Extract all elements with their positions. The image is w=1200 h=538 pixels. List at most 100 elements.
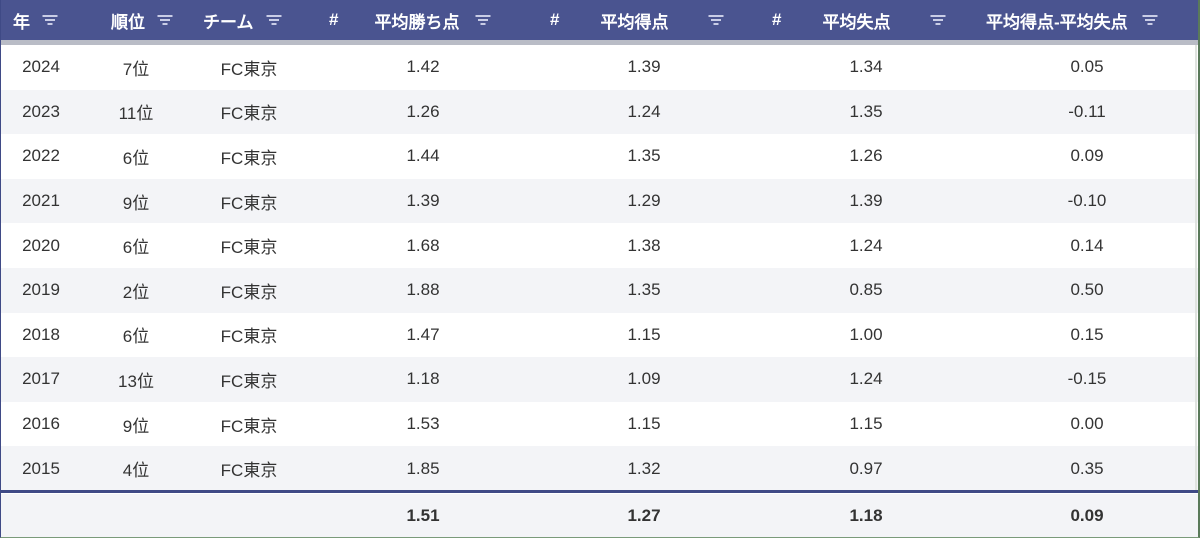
cell-year: 2018 — [22, 324, 60, 344]
header-team[interactable]: チーム — [203, 0, 282, 40]
table-row[interactable]: 2024 7位 FC東京 1.42 1.39 1.34 0.05 — [1, 45, 1198, 90]
cell-pts: 1.39 — [406, 191, 440, 211]
table-footer-totals: 1.51 1.27 1.18 0.09 — [1, 494, 1198, 537]
cell-diff: 0.35 — [1070, 458, 1104, 478]
cell-gf: 1.15 — [627, 324, 661, 344]
cell-year: 2023 — [22, 101, 60, 121]
table-row[interactable]: 2015 4位 FC東京 1.85 1.32 0.97 0.35 — [1, 446, 1198, 491]
table-row[interactable]: 2021 9位 FC東京 1.39 1.29 1.39 -0.10 — [1, 178, 1198, 224]
filter-icon[interactable] — [157, 14, 173, 26]
cell-year: 2022 — [22, 146, 60, 166]
cell-diff: -0.15 — [1067, 369, 1107, 389]
header-avg-goals-against[interactable]: # 平均失点 — [772, 0, 946, 40]
header-avg-goal-diff-label: 平均得点-平均失点 — [986, 12, 1128, 32]
cell-ga: 0.97 — [849, 458, 883, 478]
cell-year: 2017 — [22, 369, 60, 389]
header-team-label: チーム — [203, 12, 254, 32]
cell-pts: 1.85 — [406, 458, 440, 478]
cell-gf: 1.38 — [627, 235, 661, 255]
filter-icon[interactable] — [475, 14, 491, 26]
header-year[interactable]: 年 — [13, 0, 58, 40]
cell-gf: 1.29 — [627, 191, 661, 211]
cell-rank: 7位 — [122, 59, 150, 79]
footer-avg-goals-for: 1.27 — [627, 505, 661, 525]
header-rank[interactable]: 順位 — [111, 0, 173, 40]
filter-icon[interactable] — [42, 14, 58, 26]
cell-diff: 0.00 — [1070, 414, 1104, 434]
cell-team: FC東京 — [220, 148, 278, 168]
cell-ga: 1.15 — [849, 414, 883, 434]
cell-year: 2020 — [22, 235, 60, 255]
cell-rank: 9位 — [122, 416, 150, 436]
cell-pts: 1.44 — [406, 146, 440, 166]
cell-diff: 0.15 — [1070, 324, 1104, 344]
table-row[interactable]: 2018 6位 FC東京 1.47 1.15 1.00 0.15 — [1, 312, 1198, 358]
cell-year: 2015 — [22, 458, 60, 478]
cell-gf: 1.15 — [627, 414, 661, 434]
cell-ga: 1.39 — [849, 191, 883, 211]
header-year-label: 年 — [13, 12, 30, 32]
filter-icon[interactable] — [708, 14, 724, 26]
hash-icon: # — [772, 10, 782, 29]
hash-icon: # — [329, 10, 339, 29]
cell-gf: 1.35 — [627, 280, 661, 300]
table-row[interactable]: 2022 6位 FC東京 1.44 1.35 1.26 0.09 — [1, 134, 1198, 179]
cell-team: FC東京 — [220, 59, 278, 79]
footer-divider — [1, 490, 1198, 493]
vertical-scrollbar[interactable] — [1195, 45, 1197, 490]
cell-team: FC東京 — [220, 238, 278, 258]
cell-team: FC東京 — [220, 282, 278, 302]
header-avg-goals-for[interactable]: # 平均得点 — [550, 0, 724, 40]
footer-avg-goal-diff: 0.09 — [1070, 505, 1104, 525]
filter-icon[interactable] — [266, 14, 282, 26]
table-row[interactable]: 2016 9位 FC東京 1.53 1.15 1.15 0.00 — [1, 401, 1198, 447]
table-body: 2024 7位 FC東京 1.42 1.39 1.34 0.05 2023 11位 FC東京 1.2… — [1, 45, 1198, 491]
table-row[interactable]: 2023 11位 FC東京 1.26 1.24 1.35 -0.11 — [1, 89, 1198, 135]
header-avg-win-points[interactable]: # 平均勝ち点 — [329, 0, 491, 40]
cell-pts: 1.68 — [406, 235, 440, 255]
cell-ga: 1.35 — [849, 101, 883, 121]
cell-ga: 1.24 — [849, 235, 883, 255]
cell-gf: 1.39 — [627, 57, 661, 77]
cell-ga: 1.34 — [849, 57, 883, 77]
cell-rank: 11位 — [118, 104, 154, 124]
footer-avg-win-points: 1.51 — [406, 505, 440, 525]
cell-pts: 1.53 — [406, 414, 440, 434]
data-table: 年 順位 チーム # 平均勝ち点 # 平均得点 # 平均失点 平均得点-平均失点 — [0, 0, 1200, 538]
header-avg-goals-against-label: 平均失点 — [822, 12, 891, 32]
table-row[interactable]: 2017 13位 FC東京 1.18 1.09 1.24 -0.15 — [1, 357, 1198, 402]
cell-pts: 1.42 — [406, 57, 440, 77]
cell-diff: 0.50 — [1070, 280, 1104, 300]
header-rank-label: 順位 — [111, 12, 145, 32]
cell-ga: 0.85 — [849, 280, 883, 300]
cell-diff: -0.10 — [1067, 191, 1107, 211]
hash-icon: # — [550, 10, 560, 29]
cell-year: 2019 — [22, 280, 60, 300]
header-avg-goal-diff[interactable]: 平均得点-平均失点 — [986, 0, 1158, 40]
table-row[interactable]: 2020 6位 FC東京 1.68 1.38 1.24 0.14 — [1, 223, 1198, 268]
cell-gf: 1.32 — [627, 458, 661, 478]
cell-rank: 13位 — [118, 371, 154, 391]
cell-gf: 1.35 — [627, 146, 661, 166]
cell-year: 2021 — [22, 191, 60, 211]
cell-gf: 1.24 — [627, 101, 661, 121]
cell-diff: 0.09 — [1070, 146, 1104, 166]
cell-year: 2024 — [22, 57, 60, 77]
cell-rank: 2位 — [122, 282, 150, 302]
cell-pts: 1.18 — [406, 369, 440, 389]
cell-rank: 6位 — [122, 327, 150, 347]
table-row[interactable]: 2019 2位 FC東京 1.88 1.35 0.85 0.50 — [1, 267, 1198, 313]
cell-ga: 1.00 — [849, 324, 883, 344]
filter-icon[interactable] — [1142, 14, 1158, 26]
cell-diff: 0.05 — [1070, 57, 1104, 77]
cell-team: FC東京 — [220, 416, 278, 436]
cell-diff: 0.14 — [1070, 235, 1104, 255]
cell-pts: 1.47 — [406, 324, 440, 344]
cell-rank: 6位 — [122, 148, 150, 168]
cell-diff: -0.11 — [1068, 101, 1106, 121]
cell-rank: 4位 — [122, 461, 150, 481]
cell-team: FC東京 — [220, 104, 278, 124]
filter-icon[interactable] — [930, 14, 946, 26]
cell-ga: 1.24 — [849, 369, 883, 389]
cell-pts: 1.26 — [406, 101, 440, 121]
